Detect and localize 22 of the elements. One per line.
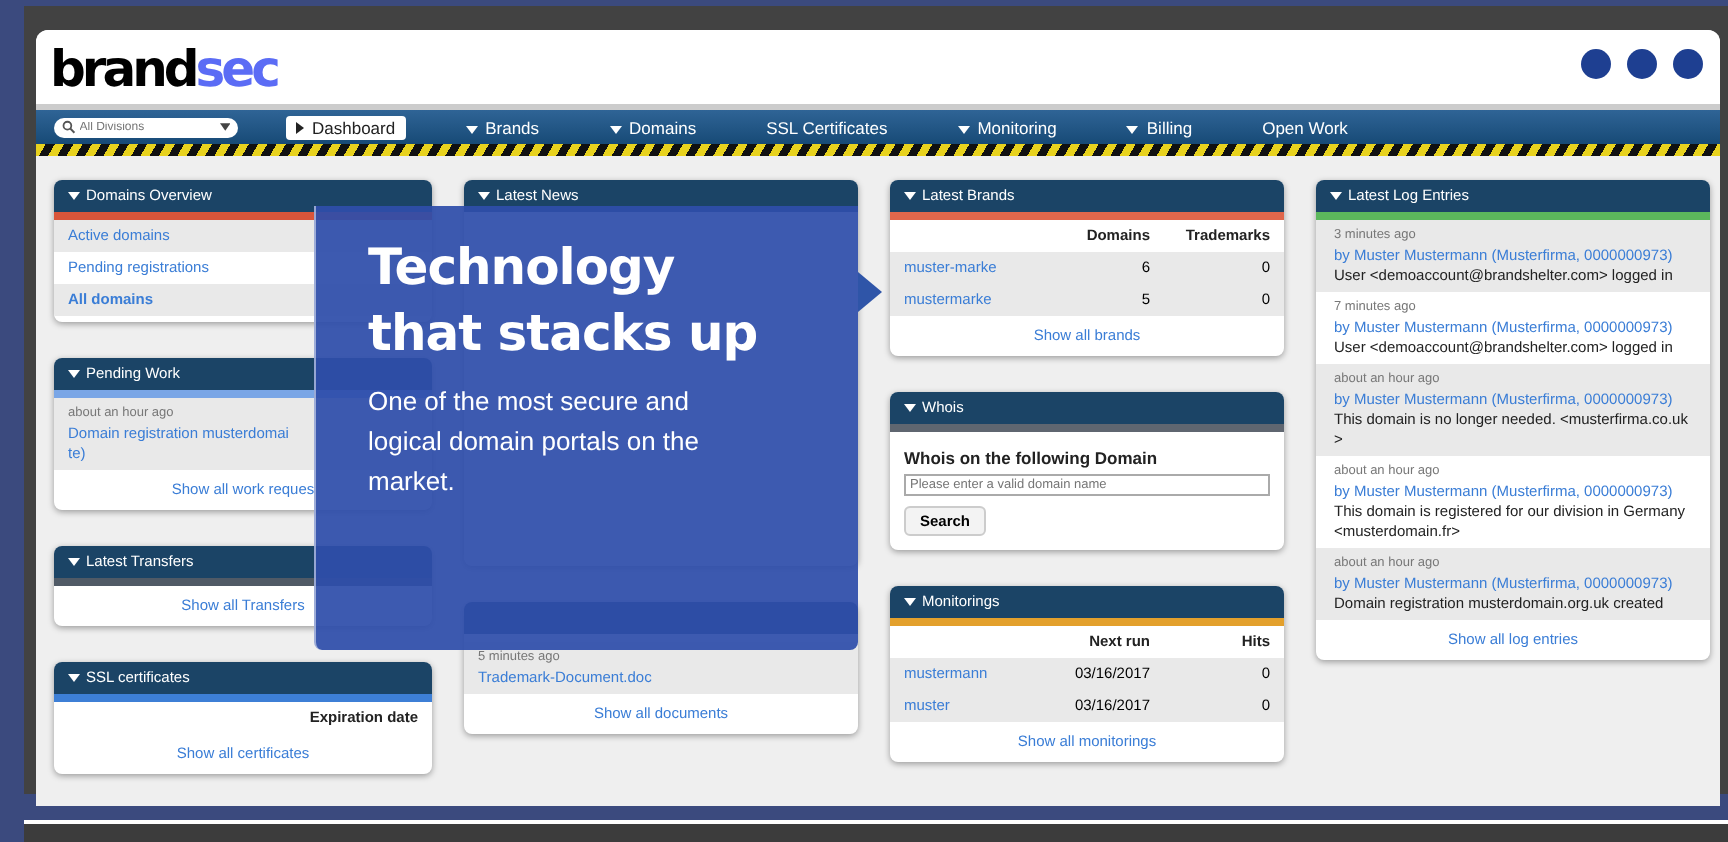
caret-icon [904,404,916,412]
caret-icon [1330,192,1342,200]
nav-tab[interactable]: Open Work [1252,115,1358,139]
nav-tab[interactable]: SSL Certificates [756,115,898,139]
nav-tab[interactable]: Domains [599,115,707,139]
nav-tab[interactable]: Monitoring [947,115,1067,139]
window-dots-icon[interactable] [1580,47,1704,79]
nav-tab[interactable]: Dashboard [286,115,406,139]
search-icon [62,118,76,136]
brandsec-logo: brandsec [50,40,277,100]
caret-icon [904,192,916,200]
nav-tab[interactable]: Billing [1116,115,1203,139]
caret-icon [68,192,80,200]
dropdown-caret-icon [219,122,230,132]
caret-icon [68,674,80,682]
whois-heading: Whois on the following Domain [904,448,1160,468]
caret-icon [904,598,916,606]
caret-icon [68,558,80,566]
nav-tab[interactable]: Brands [455,115,550,139]
promo-text: One of the most secure and logical domain portals on the market. [368,384,701,500]
caret-icon [68,370,80,378]
caret-icon [478,192,490,200]
